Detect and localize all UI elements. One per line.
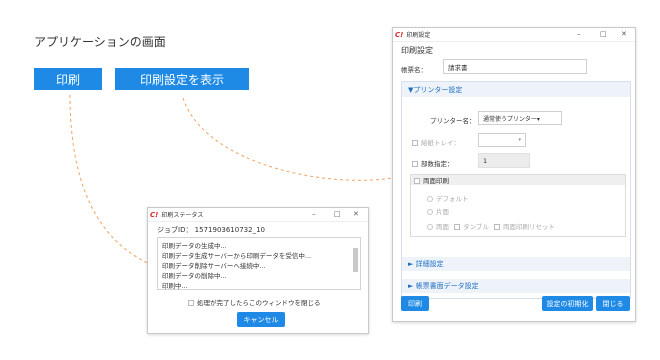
copies-row: 部数指定： xyxy=(412,158,454,168)
status-titlebar: C! 印刷ステータス – □ ✕ xyxy=(148,208,368,222)
close-icon[interactable]: ✕ xyxy=(621,30,627,38)
print-status-window: C! 印刷ステータス – □ ✕ ジョブID： 1571903610732_10… xyxy=(147,207,369,334)
log-line: 印刷データ削除サーバーへ接続中... xyxy=(162,262,266,270)
duplex-option-default[interactable]: デフォルト xyxy=(427,193,469,203)
status-log[interactable]: 印刷データの生成中... 印刷データ生成サーバーから印刷データを受信中... 印… xyxy=(157,237,361,290)
duplex-row-label: 両面 xyxy=(436,223,449,231)
settings-print-button[interactable]: 印刷 xyxy=(401,296,429,311)
copies-input[interactable]: 1 xyxy=(478,153,530,168)
log-line: 印刷データの削除中... xyxy=(162,272,227,280)
job-id: ジョブID： 1571903610732_10 xyxy=(157,226,265,234)
print-settings-window: C! 印刷設定 – □ ✕ 印刷設定 帳票名： 請求書 ▼プリンター設定 プリン… xyxy=(392,27,636,322)
log-scrollbar[interactable] xyxy=(353,248,358,272)
duplex-reset-label: 両面印刷リセット xyxy=(502,223,555,231)
duplex-header: 両面印刷 xyxy=(411,175,625,185)
show-settings-button[interactable]: 印刷設定を表示 xyxy=(115,68,249,90)
close-settings-button[interactable]: 閉じる xyxy=(596,296,630,311)
radio-duplex[interactable] xyxy=(427,224,433,230)
detail-section-header[interactable]: ► 詳細設定 xyxy=(402,257,630,271)
duplex-checkbox[interactable] xyxy=(414,178,420,184)
log-line: 印刷データの生成中... xyxy=(162,242,227,250)
tumble-checkbox[interactable] xyxy=(454,224,461,230)
duplex-option-label: デフォルト xyxy=(436,195,469,203)
copies-label: 部数指定： xyxy=(421,160,454,168)
close-on-finish-checkbox[interactable]: 処理が完了したらこのウィンドウを閉じる xyxy=(188,297,321,307)
log-line: 印刷データ生成サーバーから印刷データを受信中... xyxy=(162,252,312,260)
log-line: 印刷中... xyxy=(162,282,188,290)
print-button[interactable]: 印刷 xyxy=(34,68,102,90)
radio-single[interactable] xyxy=(427,209,433,215)
settings-titlebar: C! 印刷設定 – □ ✕ xyxy=(393,28,635,42)
duplex-reset-checkbox[interactable] xyxy=(493,224,500,230)
app-logo-icon: C! xyxy=(150,210,159,219)
maximize-icon[interactable]: □ xyxy=(334,210,341,218)
tray-select[interactable]: ▾ xyxy=(478,133,526,147)
close-on-finish-label: 処理が完了したらこのウィンドウを閉じる xyxy=(197,299,321,307)
page-heading: アプリケーションの画面 xyxy=(34,35,166,49)
duplex-option-label: 片面 xyxy=(436,208,449,216)
settings-heading: 印刷設定 xyxy=(401,46,433,55)
settings-window-title: 印刷設定 xyxy=(406,32,431,39)
form-name-label: 帳票名： xyxy=(401,66,427,74)
app-logo-icon: C! xyxy=(395,30,404,39)
close-icon[interactable]: ✕ xyxy=(353,210,359,218)
reset-settings-button[interactable]: 設定の初期化 xyxy=(542,296,593,311)
tray-label: 給紙トレイ： xyxy=(421,139,460,147)
minimize-icon[interactable]: – xyxy=(577,30,581,38)
maximize-icon[interactable]: □ xyxy=(600,30,607,38)
status-window-title: 印刷ステータス xyxy=(161,212,204,219)
connector-settings-to-window xyxy=(182,97,399,181)
tumble-label: タンブル xyxy=(463,223,489,231)
copies-checkbox[interactable] xyxy=(412,161,418,167)
cancel-button[interactable]: キャンセル xyxy=(237,312,285,327)
duplex-label: 両面印刷 xyxy=(423,177,449,185)
minimize-icon[interactable]: – xyxy=(312,210,316,218)
printer-select[interactable]: 通常使うプリンター▾ xyxy=(478,111,562,125)
form-name-input[interactable]: 請求書 xyxy=(443,59,587,74)
checkbox-box[interactable] xyxy=(188,300,194,306)
tray-row: 給紙トレイ： xyxy=(412,137,460,147)
duplex-row: 両面 タンブル 両面印刷リセット xyxy=(427,221,555,231)
duplex-group: 両面印刷 デフォルト 片面 両面 タンブル 両面印刷リセット xyxy=(410,174,626,237)
printer-section-header[interactable]: ▼プリンター設定 xyxy=(402,82,630,97)
duplex-option-single[interactable]: 片面 xyxy=(427,206,449,216)
form-data-section-header[interactable]: ► 帳票書面データ設定 xyxy=(402,279,630,293)
radio-default[interactable] xyxy=(427,196,433,202)
printer-name-label: プリンター名： xyxy=(430,117,476,125)
tray-checkbox[interactable] xyxy=(412,140,418,146)
printer-settings-panel: ▼プリンター設定 プリンター名： 通常使うプリンター▾ 給紙トレイ： ▾ 部数指… xyxy=(401,81,631,299)
